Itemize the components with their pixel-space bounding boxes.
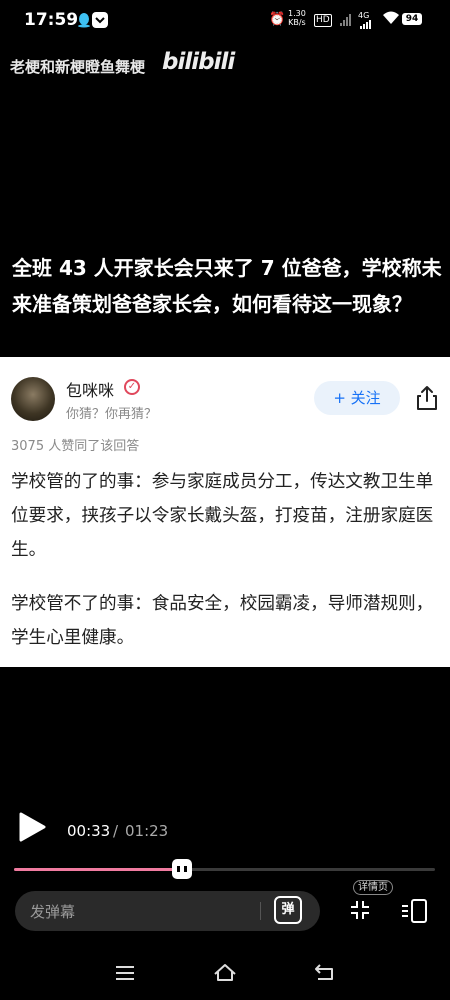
answer-paragraph: 学校管不了的事：食品安全，校园霸凌，导师潜规则，学生心里健康。 [11,594,434,648]
danmaku-toggle-button[interactable]: 弹 [274,896,302,924]
qq-notification-icon [78,13,90,28]
status-time: 17:59 [24,10,79,30]
answer-card: 包咪咪 ✓ 你猜？你再猜？ + 关注 3075 人赞同了该回答 学校管的了的事：… [0,357,450,667]
message-notification-icon [92,12,108,28]
time-separator: / [113,822,119,840]
total-time: 01:23 [125,822,169,840]
net-speed-unit: KB/s [288,18,306,27]
alarm-icon: ⏰ [269,12,286,27]
likes-count-text: 3075 人赞同了该回答 [11,439,140,454]
net-speed-value: 1.30 [288,9,306,18]
details-page-label[interactable]: 详情页 [353,880,393,895]
layout-switch-icon[interactable] [400,898,428,924]
progress-fill [14,868,182,871]
network-speed: 1.30 KB/s [288,9,306,27]
question-title: 全班 43 人开家长会只来了 7 位爸爸，学校称未来准备策划爸爸家长会，如何看待… [12,256,442,316]
home-icon[interactable] [213,962,237,982]
author-name[interactable]: 包咪咪 [66,377,114,401]
signal-strength-icon-2 [360,17,371,29]
follow-button[interactable]: + 关注 [314,381,400,415]
answer-paragraph: 学校管的了的事：参与家庭成员分工，传达文教卫生单位要求，挟孩子以令家长戴头盔，打… [11,472,434,560]
verified-badge-icon: ✓ [124,379,140,395]
fullscreen-icon[interactable] [350,900,370,920]
play-button[interactable] [14,810,48,844]
wifi-icon [383,11,399,24]
battery-indicator: 94 [402,13,422,25]
bilibili-logo: bilibili [162,49,235,75]
share-icon[interactable] [412,383,442,413]
progress-handle[interactable] [172,859,192,879]
author-bio: 你猜？你再猜？ [66,407,158,422]
danmaku-placeholder: 发弹幕 [30,903,76,921]
back-icon[interactable] [314,962,336,982]
hd-icon: HD [314,14,332,27]
status-bar: 17:59 ⏰ 1.30 KB/s HD 4G 94 [0,0,450,42]
recent-apps-icon[interactable] [115,966,135,980]
signal-strength-icon [340,14,351,26]
current-time: 00:33 [67,822,111,840]
video-title: 老梗和新梗瞪鱼舞梗 [10,58,146,76]
divider [260,902,261,920]
avatar[interactable] [11,377,55,421]
